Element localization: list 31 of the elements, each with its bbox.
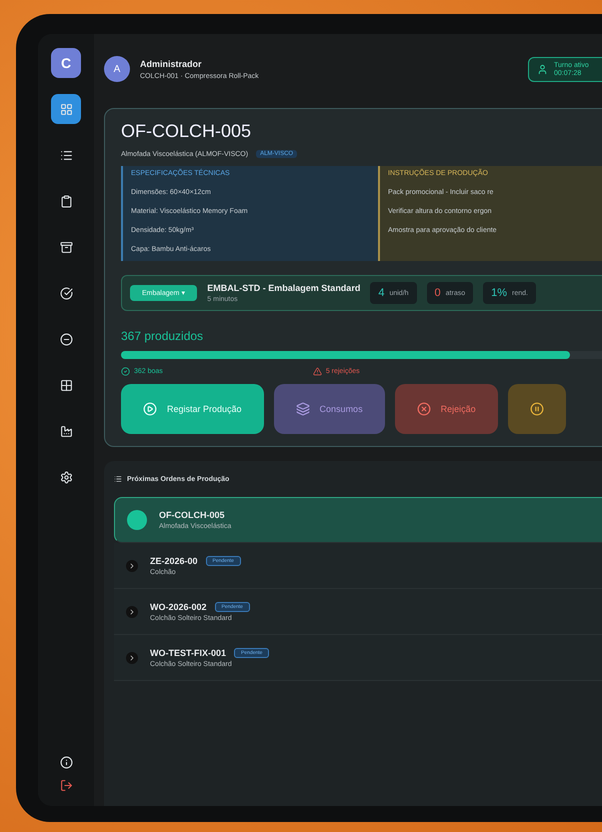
action-icon bbox=[296, 402, 310, 416]
operation-name: EMBAL-STD - Embalagem Standard bbox=[207, 283, 360, 293]
status-dot bbox=[127, 510, 147, 530]
action-button[interactable] bbox=[508, 384, 566, 434]
action-icon bbox=[416, 402, 431, 416]
status-dot bbox=[126, 606, 138, 618]
info-icon[interactable] bbox=[60, 756, 72, 769]
clipboard-icon bbox=[60, 194, 72, 208]
list-icon bbox=[114, 475, 122, 483]
factory-icon bbox=[60, 424, 72, 438]
user-name: Administrador bbox=[140, 58, 203, 68]
grid-icon bbox=[60, 378, 72, 392]
app-logo: C bbox=[51, 48, 81, 78]
user-icon bbox=[537, 64, 548, 74]
user-avatar: A bbox=[104, 56, 130, 82]
status-dot bbox=[126, 652, 138, 664]
produced-count: 367 produzidos bbox=[121, 329, 204, 343]
settings-icon bbox=[60, 470, 72, 484]
sidebar-item[interactable] bbox=[51, 94, 81, 124]
order-code: OF-COLCH-005 bbox=[121, 121, 252, 142]
logout-icon[interactable] bbox=[60, 779, 72, 792]
check-circle-icon bbox=[60, 286, 72, 300]
grid-icon bbox=[60, 102, 72, 116]
archive-icon bbox=[60, 240, 72, 254]
check-circle-icon bbox=[121, 367, 130, 376]
action-icon bbox=[143, 402, 157, 416]
status-dot bbox=[126, 560, 138, 572]
minus-circle-icon bbox=[60, 332, 72, 346]
action-icon bbox=[530, 402, 544, 416]
warning-icon bbox=[312, 367, 322, 376]
list-icon bbox=[60, 148, 72, 162]
